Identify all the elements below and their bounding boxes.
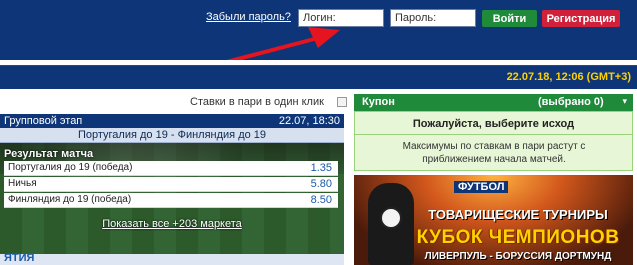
banner-sport: ФУТБОЛ <box>454 181 509 193</box>
site-header: Забыли пароль? Войти Регистрация <box>0 0 637 60</box>
outcome-label: Ничья <box>8 178 37 189</box>
coupon-note: Максимумы по ставкам в пари растут с при… <box>402 141 586 165</box>
outcome-odds[interactable]: 1.35 <box>311 162 332 174</box>
football-icon <box>380 207 402 229</box>
login-input[interactable] <box>298 9 384 27</box>
coupon-header[interactable]: Купон (выбрано 0) ▾ <box>354 94 633 111</box>
market-title: Результат матча <box>4 148 94 160</box>
banner-title: КУБОК ЧЕМПИОНОВ <box>416 227 620 248</box>
one-click-label: Ставки в пари в один клик <box>190 96 324 108</box>
event-stage: Групповой этап <box>4 115 83 127</box>
date-bar: 22.07.18, 12:06 (GMT+3) <box>0 65 637 89</box>
outcome-row[interactable]: Финляндия до 19 (победа) 8.50 <box>4 193 338 208</box>
login-button[interactable]: Войти <box>482 10 537 27</box>
register-button[interactable]: Регистрация <box>542 10 620 27</box>
password-input[interactable] <box>390 9 476 27</box>
outcome-row[interactable]: Ничья 5.80 <box>4 177 338 192</box>
bottom-section-label: ЯТИЯ <box>4 252 35 264</box>
outcome-odds[interactable]: 8.50 <box>311 194 332 206</box>
show-all-markets-link[interactable]: Показать все +203 маркета <box>0 218 344 230</box>
event-panel: Групповой этап 22.07, 18:30 Португалия д… <box>0 114 344 265</box>
chevron-down-icon[interactable]: ▾ <box>622 96 627 107</box>
coupon-prompt: Пожалуйста, выберите исход <box>412 118 575 130</box>
coupon-body: Пожалуйста, выберите исход Максимумы по … <box>354 111 633 171</box>
coupon-divider <box>355 134 632 135</box>
promo-banner[interactable]: ФУТБОЛ ТОВАРИЩЕСКИЕ ТУРНИРЫ КУБОК ЧЕМПИО… <box>354 175 633 265</box>
event-header: Групповой этап 22.07, 18:30 <box>0 114 344 128</box>
one-click-checkbox[interactable] <box>337 97 347 107</box>
outcome-odds[interactable]: 5.80 <box>311 178 332 190</box>
coupon-count: (выбрано 0) <box>538 96 604 108</box>
bottom-section-bar: ЯТИЯ <box>0 252 344 265</box>
banner-match: ЛИВЕРПУЛЬ - БОРУССИЯ ДОРТМУНД <box>424 251 612 262</box>
banner-headline: ТОВАРИЩЕСКИЕ ТУРНИРЫ <box>428 207 608 222</box>
event-teams[interactable]: Португалия до 19 - Финляндия до 19 <box>0 128 344 143</box>
outcome-label: Португалия до 19 (победа) <box>8 162 133 173</box>
event-time: 22.07, 18:30 <box>278 115 340 127</box>
outcome-label: Финляндия до 19 (победа) <box>8 194 132 205</box>
outcome-row[interactable]: Португалия до 19 (победа) 1.35 <box>4 161 338 176</box>
forgot-password-link[interactable]: Забыли пароль? <box>206 11 291 23</box>
current-datetime: 22.07.18, 12:06 (GMT+3) <box>506 71 631 83</box>
coupon-title: Купон <box>362 96 395 108</box>
